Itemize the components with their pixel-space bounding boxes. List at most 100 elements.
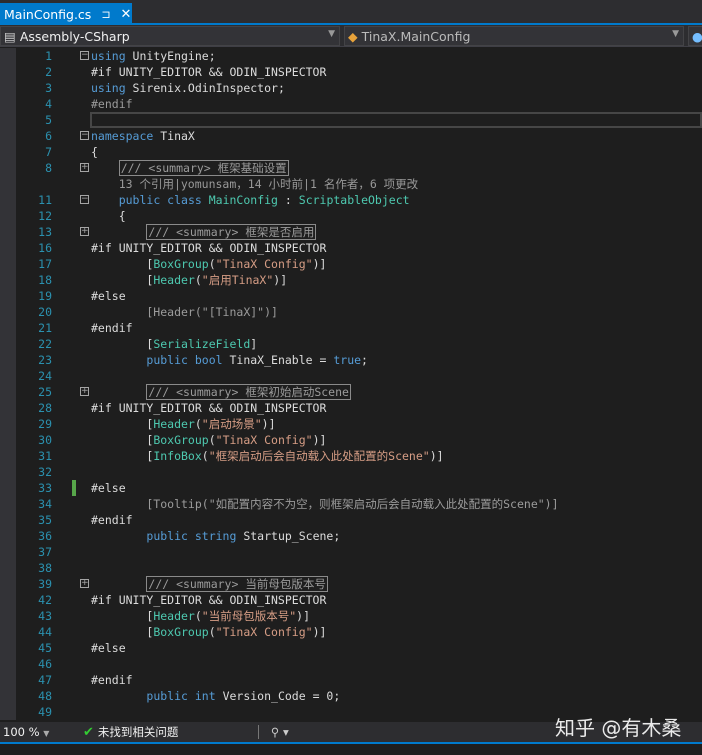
code-line[interactable]: 13 + /// <summary> 框架是否启用 [0,224,702,240]
expand-icon[interactable]: + [80,387,89,396]
code-token: "框架启动后会自动载入此处配置的Scene" [208,449,430,463]
code-line[interactable]: 30 [BoxGroup("TinaX Config")] [0,432,702,448]
code-line[interactable]: 8 + /// <summary> 框架基础设置 [0,160,702,176]
line-number: 7 [45,145,52,159]
code-text: #if UNITY_EDITOR && ODIN_INSPECTOR [91,64,326,80]
line-number: 37 [38,545,52,559]
code-editor[interactable]: 1− using UnityEngine; 2 #if UNITY_EDITOR &&… [0,48,702,720]
code-line[interactable]: 33 #else [0,480,702,496]
code-line[interactable]: 35 #endif [0,512,702,528]
code-token: Header [153,417,195,431]
member-icon: ● [692,28,702,44]
collapse-icon[interactable]: − [80,195,89,204]
code-line[interactable]: 6 − namespace TinaX [0,128,702,144]
code-line[interactable]: 44 [BoxGroup("TinaX Config")] [0,624,702,640]
change-marker [72,480,76,496]
code-line[interactable]: 1 − using UnityEngine; [0,48,702,64]
code-line[interactable]: 24 [0,368,702,384]
code-line[interactable]: 48 public int Version_Code = 0; [0,688,702,704]
code-token: [ [91,337,154,351]
project-dropdown[interactable]: ▤ Assembly-CSharp ▼ [0,26,340,46]
code-line[interactable]: 37 [0,544,702,560]
collapsed-summary[interactable]: /// <summary> 当前母包版本号 [146,576,328,592]
check-circle-icon: ✔ [83,724,94,740]
code-text: using UnityEngine; [91,48,216,64]
code-token: ( [208,433,216,447]
code-line[interactable]: 22 [SerializeField] [0,336,702,352]
pin-icon[interactable]: ⊐ [101,8,110,21]
code-line[interactable]: 34 [Tooltip("如配置内容不为空，则框架启动后会自动载入此处配置的Sc… [0,496,702,512]
code-token: namespace [91,129,154,143]
code-line[interactable]: 23 public bool TinaX_Enable = true; [0,352,702,368]
code-line[interactable]: 4 #endif [0,96,702,112]
code-line[interactable]: 32 [0,464,702,480]
codelens-info[interactable]: 13 个引用|yomunsam，14 小时前|1 名作者，6 项更改 [91,177,418,191]
line-number: 25 [38,385,52,399]
code-token: true [333,353,362,367]
code-line[interactable]: 36 public string Startup_Scene; [0,528,702,544]
collapse-icon[interactable]: − [80,131,89,140]
chevron-down-icon: ▼ [43,729,50,738]
line-number: 21 [38,321,52,335]
line-number: 47 [38,673,52,687]
code-token: #else [91,289,126,303]
code-line[interactable]: 16 #if UNITY_EDITOR && ODIN_INSPECTOR [0,240,702,256]
line-number: 24 [38,369,52,383]
code-line[interactable]: 46 [0,656,702,672]
tab-mainconfig[interactable]: MainConfig.cs ⊐ ✕ [0,3,132,25]
line-number: 31 [38,449,52,463]
code-line[interactable]: 31 [InfoBox("框架启动后会自动载入此处配置的Scene")] [0,448,702,464]
close-icon[interactable]: ✕ [121,7,132,22]
code-line[interactable]: 42 #if UNITY_EDITOR && ODIN_INSPECTOR [0,592,702,608]
code-line[interactable]: 11 − public class MainConfig : Scriptable… [0,192,702,208]
code-line[interactable]: 29 [Header("启动场景")] [0,416,702,432]
code-line[interactable]: 18 [Header("启用TinaX")] [0,272,702,288]
code-line[interactable]: 39 + /// <summary> 当前母包版本号 [0,576,702,592]
expand-icon[interactable]: + [80,227,89,236]
code-token: "启用TinaX" [201,273,274,287]
code-line[interactable]: 28 #if UNITY_EDITOR && ODIN_INSPECTOR [0,400,702,416]
code-text: 13 个引用|yomunsam，14 小时前|1 名作者，6 项更改 [91,176,418,192]
code-line[interactable]: 3 using Sirenix.OdinInspector; [0,80,702,96]
chevron-down-icon: ▼ [672,29,679,39]
code-line[interactable]: 12 { [0,208,702,224]
code-token: [ [91,273,154,287]
code-line[interactable]: 13 个引用|yomunsam，14 小时前|1 名作者，6 项更改 [0,176,702,192]
collapsed-summary[interactable]: /// <summary> 框架初始启动Scene [146,384,351,400]
expand-icon[interactable]: + [80,163,89,172]
collapsed-summary[interactable]: /// <summary> 框架是否启用 [146,224,317,240]
code-line[interactable]: 43 [Header("当前母包版本号")] [0,608,702,624]
tab-title: MainConfig.cs [4,6,92,22]
code-line[interactable]: 21 #endif [0,320,702,336]
code-line[interactable]: 47 #endif [0,672,702,688]
expand-icon[interactable]: + [80,579,89,588]
type-dropdown[interactable]: ◆ TinaX.MainConfig ▼ [344,26,684,46]
issues-status[interactable]: 未找到相关问题 [98,724,258,740]
code-text: #if UNITY_EDITOR && ODIN_INSPECTOR [91,400,326,416]
line-number: 11 [38,193,52,207]
collapsed-summary[interactable]: /// <summary> 框架基础设置 [118,160,289,176]
code-line[interactable]: 38 [0,560,702,576]
cleanup-brush-icon[interactable]: ⚲ ▾ [271,725,289,739]
watermark: 知乎 @有木桑 [555,716,682,740]
line-number: 4 [45,97,52,111]
member-dropdown[interactable]: ● [688,26,702,46]
zoom-dropdown[interactable]: 100 % ▼ [3,725,63,739]
code-line[interactable]: 5 [0,112,702,128]
code-line[interactable]: 20 [Header("[TinaX]")] [0,304,702,320]
code-token: SerializeField [153,337,251,351]
code-text: [SerializeField] [91,336,257,352]
code-token: ] [250,337,258,351]
code-line[interactable]: 25 + /// <summary> 框架初始启动Scene [0,384,702,400]
code-line[interactable]: 19 #else [0,288,702,304]
code-token: TinaX_Enable = [222,353,334,367]
code-line[interactable]: 7{ [0,144,702,160]
project-icon: ▤ [4,28,16,44]
collapse-icon[interactable]: − [80,51,89,60]
code-line[interactable]: 2 #if UNITY_EDITOR && ODIN_INSPECTOR [0,64,702,80]
code-token: TinaX [153,129,195,143]
code-line[interactable]: 45 #else [0,640,702,656]
code-line[interactable]: 17 [BoxGroup("TinaX Config")] [0,256,702,272]
